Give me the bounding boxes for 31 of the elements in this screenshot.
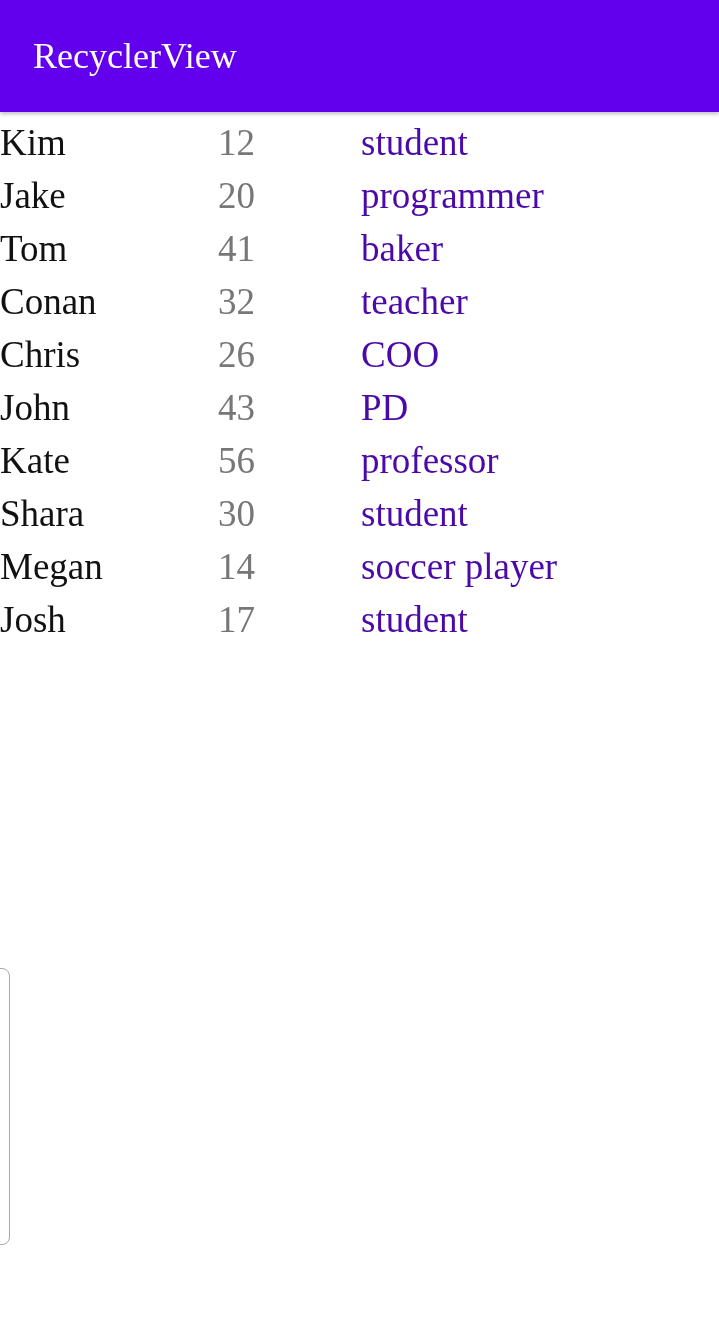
person-job: student — [361, 598, 468, 642]
person-name: Chris — [0, 333, 82, 377]
person-name: Jake — [0, 174, 67, 218]
person-job: teacher — [361, 280, 468, 324]
person-age: 30 — [218, 492, 256, 536]
person-age: 12 — [218, 121, 256, 165]
person-job: programmer — [361, 174, 544, 218]
person-age: 41 — [218, 227, 256, 271]
person-name: Kim — [0, 121, 67, 165]
person-name: Megan — [0, 545, 104, 589]
person-job: professor — [361, 439, 499, 483]
person-job: student — [361, 121, 468, 165]
app-title: RecyclerView — [32, 38, 237, 74]
person-job: PD — [361, 386, 409, 430]
person-name: Kate — [0, 439, 71, 483]
person-job: COO — [361, 333, 440, 377]
person-job: soccer player — [361, 545, 558, 589]
person-age: 56 — [218, 439, 256, 483]
person-job: baker — [361, 227, 444, 271]
person-name: Josh — [0, 598, 67, 642]
person-name: John — [0, 386, 71, 430]
person-name: Tom — [0, 227, 69, 271]
person-age: 43 — [218, 386, 256, 430]
person-age: 32 — [218, 280, 256, 324]
person-age: 26 — [218, 333, 256, 377]
person-age: 20 — [218, 174, 256, 218]
person-job: student — [361, 492, 468, 536]
person-age: 14 — [218, 545, 256, 589]
person-name: Shara — [0, 492, 86, 536]
person-age: 17 — [218, 598, 256, 642]
person-name: Conan — [0, 280, 98, 324]
